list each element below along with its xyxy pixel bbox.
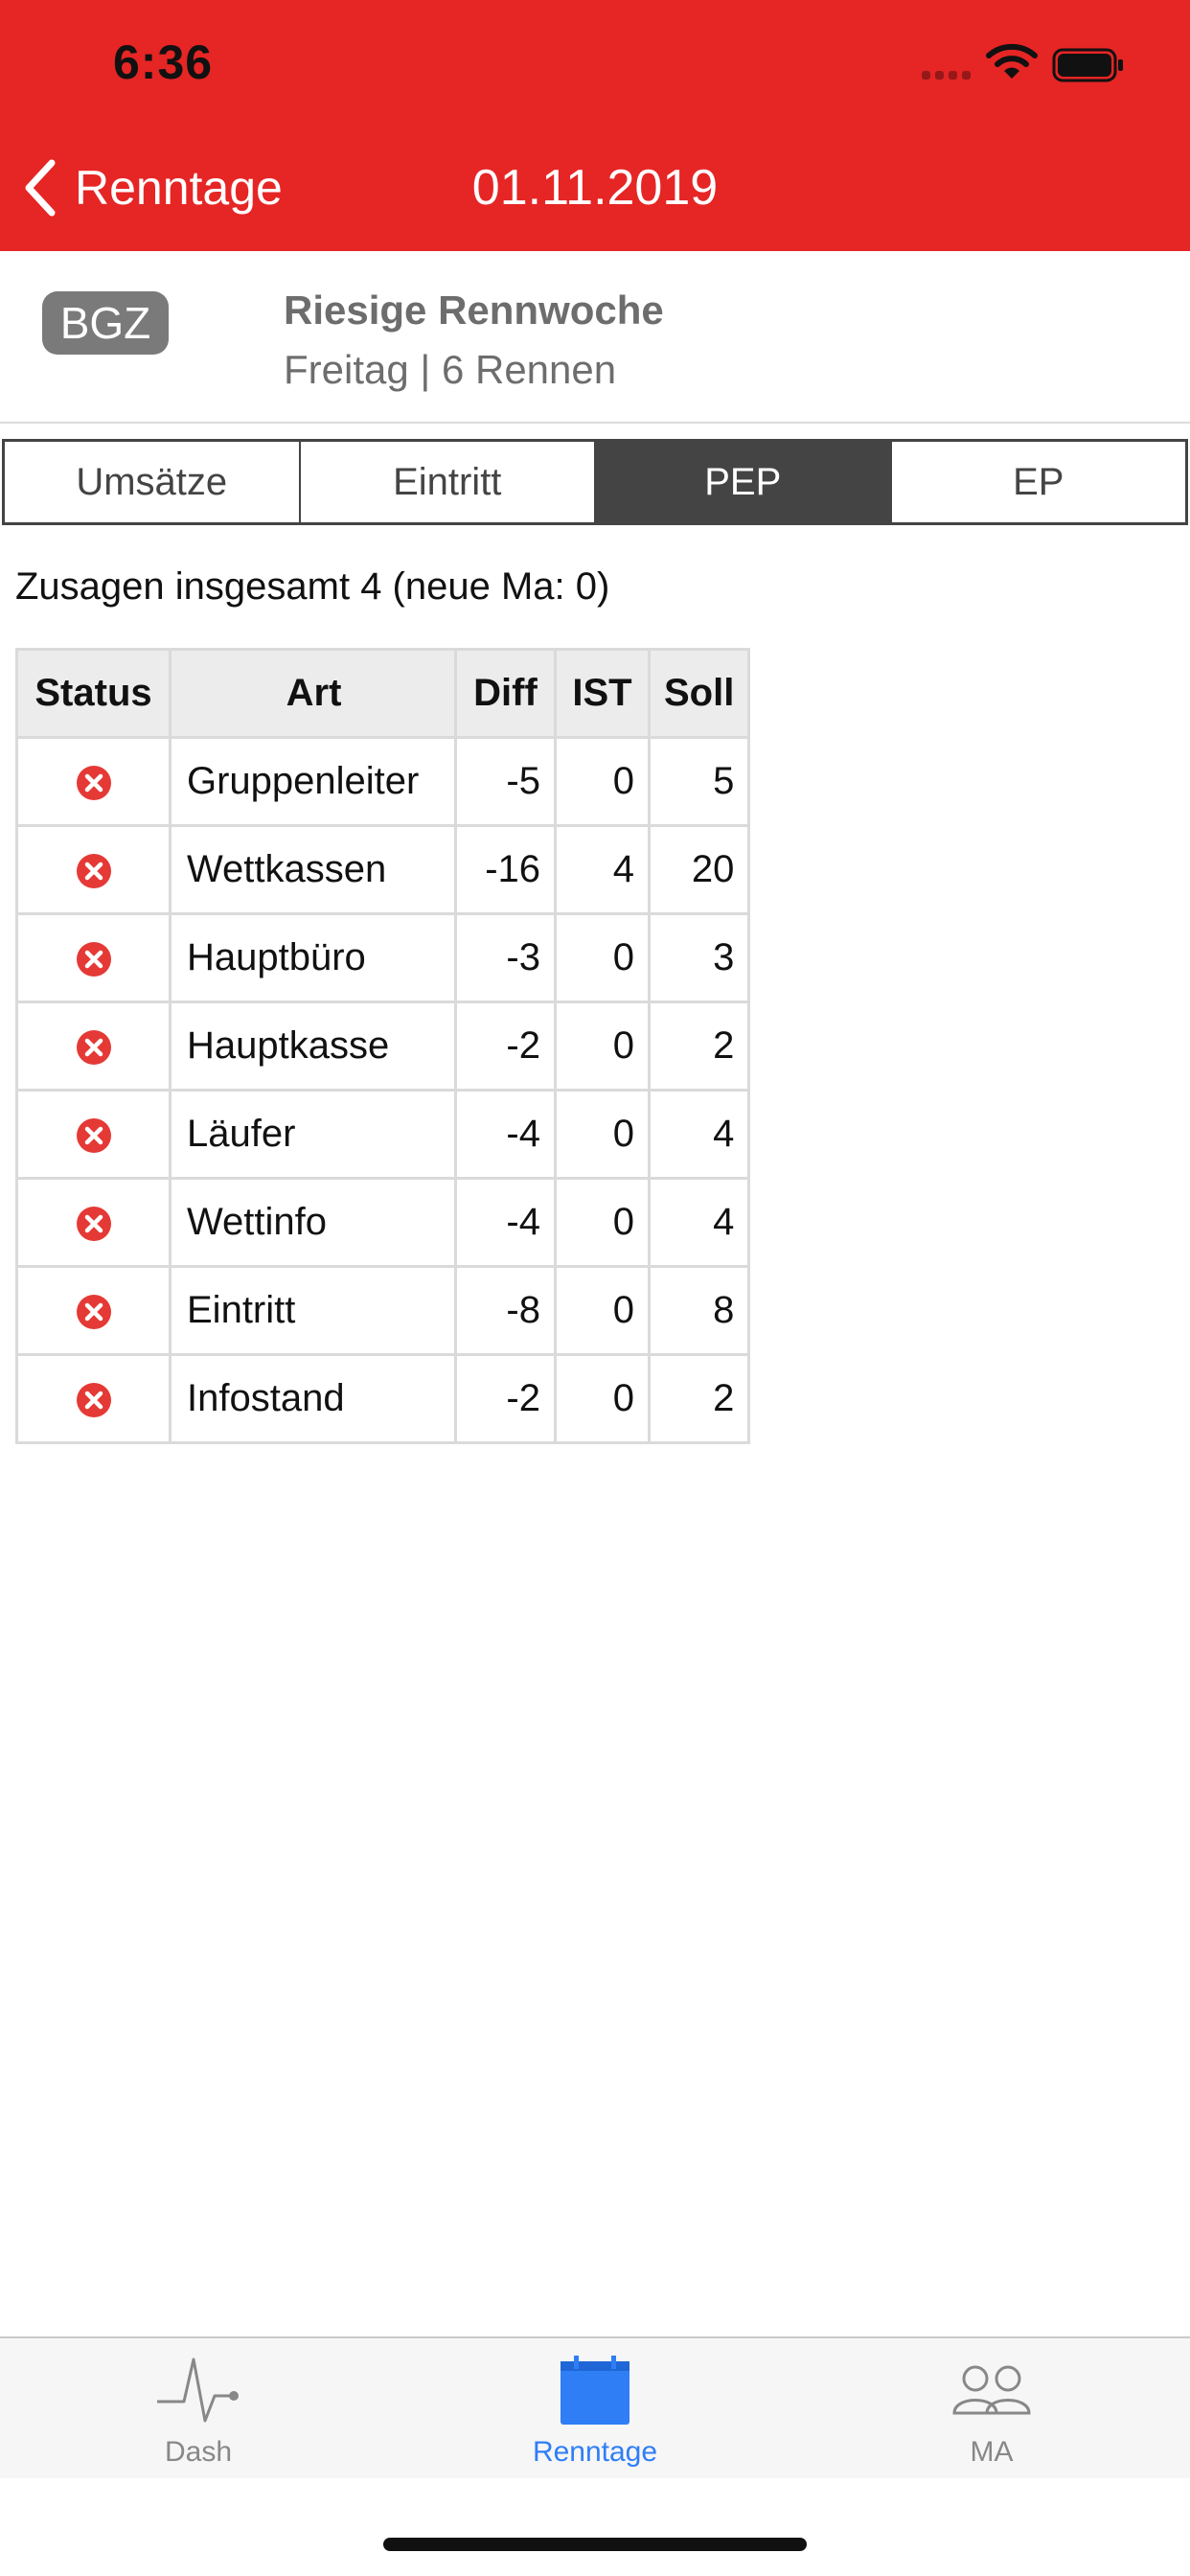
status-cell bbox=[15, 824, 172, 915]
table-row: Gruppenleiter -5 0 5 bbox=[15, 736, 751, 827]
ist-cell: 0 bbox=[554, 1353, 651, 1444]
diff-cell: -2 bbox=[454, 1353, 557, 1444]
header-diff: Diff bbox=[454, 648, 557, 739]
event-name: Riesige Rennwoche bbox=[284, 288, 664, 333]
diff-cell: -8 bbox=[454, 1265, 557, 1356]
people-icon bbox=[952, 2365, 1031, 2415]
art-cell: Läufer bbox=[169, 1089, 457, 1180]
table-header-row: Status Art Diff IST Soll bbox=[15, 648, 751, 739]
diff-cell: -4 bbox=[454, 1177, 557, 1268]
table-row: Wettinfo -4 0 4 bbox=[15, 1177, 751, 1268]
table-row: Infostand -2 0 2 bbox=[15, 1353, 751, 1444]
header-art: Art bbox=[169, 648, 457, 739]
table-row: Läufer -4 0 4 bbox=[15, 1089, 751, 1180]
status-cell bbox=[15, 1000, 172, 1092]
header-status: Status bbox=[15, 648, 172, 739]
table-row: Hauptbüro -3 0 3 bbox=[15, 912, 751, 1003]
soll-cell: 8 bbox=[647, 1265, 751, 1356]
soll-cell: 3 bbox=[647, 912, 751, 1003]
soll-cell: 4 bbox=[647, 1177, 751, 1268]
x-circle-icon bbox=[76, 1118, 111, 1154]
status-cell bbox=[15, 1353, 172, 1444]
tab-ma-label: MA bbox=[970, 2436, 1014, 2468]
x-circle-icon bbox=[76, 1030, 111, 1066]
event-info: BGZ Riesige Rennwoche Freitag | 6 Rennen bbox=[0, 253, 1190, 424]
ist-cell: 0 bbox=[554, 1089, 651, 1180]
track-badge: BGZ bbox=[42, 291, 169, 355]
pulse-icon bbox=[157, 2358, 239, 2423]
x-circle-icon bbox=[76, 942, 111, 978]
art-cell: Hauptkasse bbox=[169, 1000, 457, 1092]
segment-pep[interactable]: PEP bbox=[596, 442, 892, 522]
wifi-icon bbox=[986, 43, 1038, 79]
art-cell: Gruppenleiter bbox=[169, 736, 457, 827]
art-cell: Eintritt bbox=[169, 1265, 457, 1356]
segment-ep[interactable]: EP bbox=[892, 442, 1186, 522]
x-circle-icon bbox=[76, 854, 111, 889]
tab-bar: Dash Renntage MA bbox=[0, 2336, 1190, 2478]
soll-cell: 20 bbox=[647, 824, 751, 915]
soll-cell: 2 bbox=[647, 1000, 751, 1092]
art-cell: Hauptbüro bbox=[169, 912, 457, 1003]
ist-cell: 0 bbox=[554, 912, 651, 1003]
tab-renntage[interactable]: Renntage bbox=[397, 2338, 793, 2480]
segment-umsaetze[interactable]: Umsätze bbox=[5, 442, 301, 522]
header-ist: IST bbox=[554, 648, 651, 739]
pep-table: Status Art Diff IST Soll Gruppenleiter -5… bbox=[15, 648, 751, 1444]
diff-cell: -5 bbox=[454, 736, 557, 827]
status-cell bbox=[15, 1089, 172, 1180]
event-subtitle: Freitag | 6 Rennen bbox=[284, 347, 617, 392]
status-cell bbox=[15, 736, 172, 827]
art-cell: Infostand bbox=[169, 1353, 457, 1444]
x-circle-icon bbox=[76, 1383, 111, 1418]
x-circle-icon bbox=[76, 766, 111, 801]
app-header: 6:36 Renntage 01.11.2019 bbox=[0, 0, 1190, 251]
segment-eintritt[interactable]: Eintritt bbox=[301, 442, 596, 522]
ist-cell: 0 bbox=[554, 1000, 651, 1092]
x-circle-icon bbox=[76, 1295, 111, 1330]
ist-cell: 0 bbox=[554, 1265, 651, 1356]
home-indicator bbox=[383, 2538, 807, 2551]
diff-cell: -16 bbox=[454, 824, 557, 915]
tab-ma[interactable]: MA bbox=[793, 2338, 1190, 2480]
table-row: Wettkassen -16 4 20 bbox=[15, 824, 751, 915]
tab-dash[interactable]: Dash bbox=[0, 2338, 397, 2480]
cellular-signal-icon bbox=[922, 71, 972, 80]
soll-cell: 2 bbox=[647, 1353, 751, 1444]
tab-dash-label: Dash bbox=[164, 2436, 233, 2468]
ist-cell: 0 bbox=[554, 736, 651, 827]
battery-icon bbox=[1052, 48, 1123, 82]
table-row: Eintritt -8 0 8 bbox=[15, 1265, 751, 1356]
commitments-summary: Zusagen insgesamt 4 (neue Ma: 0) bbox=[15, 565, 610, 608]
soll-cell: 5 bbox=[647, 736, 751, 827]
status-cell bbox=[15, 1177, 172, 1268]
diff-cell: -4 bbox=[454, 1089, 557, 1180]
soll-cell: 4 bbox=[647, 1089, 751, 1180]
ist-cell: 4 bbox=[554, 824, 651, 915]
calendar-icon bbox=[561, 2356, 629, 2425]
status-time: 6:36 bbox=[113, 35, 214, 89]
table-row: Hauptkasse -2 0 2 bbox=[15, 1000, 751, 1092]
x-circle-icon bbox=[76, 1207, 111, 1242]
status-cell bbox=[15, 1265, 172, 1356]
ist-cell: 0 bbox=[554, 1177, 651, 1268]
art-cell: Wettinfo bbox=[169, 1177, 457, 1268]
art-cell: Wettkassen bbox=[169, 824, 457, 915]
diff-cell: -3 bbox=[454, 912, 557, 1003]
status-cell bbox=[15, 912, 172, 1003]
segmented-control: Umsätze Eintritt PEP EP bbox=[2, 439, 1188, 525]
tab-renntage-label: Renntage bbox=[532, 2436, 658, 2468]
diff-cell: -2 bbox=[454, 1000, 557, 1092]
header-soll: Soll bbox=[647, 648, 751, 739]
page-title: 01.11.2019 bbox=[471, 160, 719, 216]
